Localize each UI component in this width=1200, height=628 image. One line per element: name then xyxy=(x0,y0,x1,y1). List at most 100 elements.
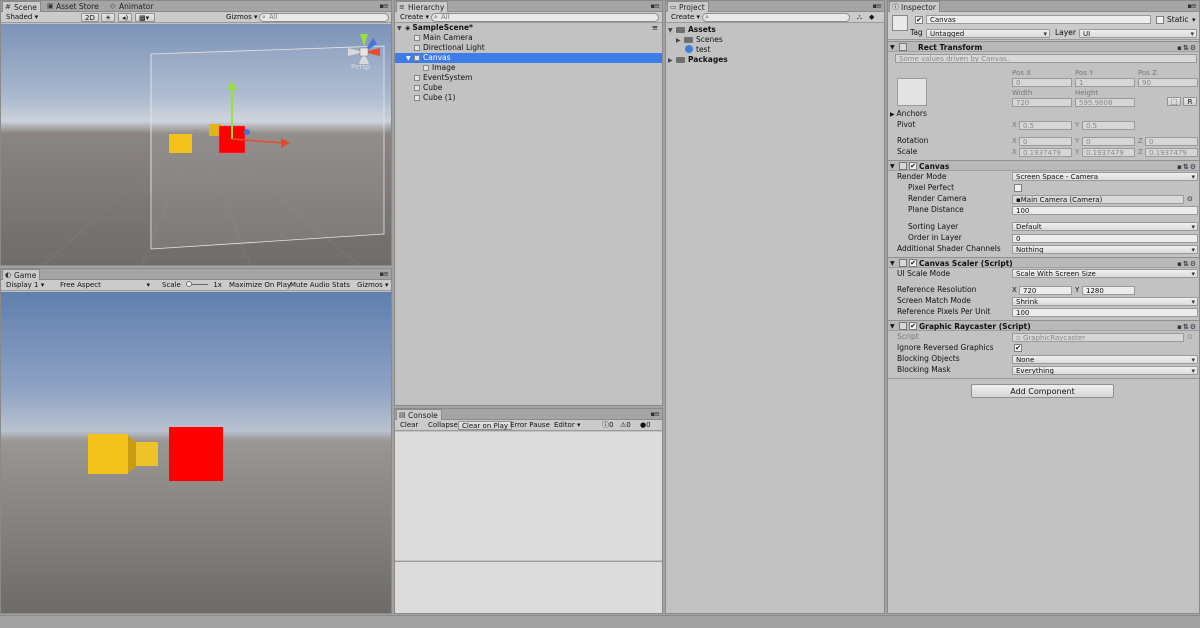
hierarchy-item-eventsystem[interactable]: EventSystem xyxy=(395,73,662,83)
order-in-layer-field[interactable]: 0 xyxy=(1012,234,1198,243)
hierarchy-item-directional-light[interactable]: Directional Light xyxy=(395,43,662,53)
effects-toggle[interactable]: ▩▾ xyxy=(135,13,155,22)
reference-resolution-y-field[interactable]: 1280 xyxy=(1082,286,1135,295)
render-camera-field[interactable]: ▪Main Camera (Camera) xyxy=(1012,195,1184,204)
script-field[interactable]: ▫ GraphicRaycaster xyxy=(1012,333,1184,342)
pivot-x-field[interactable]: 0.5 xyxy=(1019,121,1072,130)
console-detail-area[interactable] xyxy=(395,561,662,613)
scale-x-field[interactable]: 0.1937479 xyxy=(1019,148,1072,157)
canvas-enabled-checkbox[interactable]: ✔ xyxy=(909,162,917,170)
scale-z-field[interactable]: 0.1937479 xyxy=(1145,148,1198,157)
display-dropdown[interactable]: Display 1 ▾ xyxy=(3,281,47,290)
aspect-dropdown[interactable]: Free Aspect ▾ xyxy=(57,281,153,290)
inspector-menu-icon[interactable]: ▪≡ xyxy=(1187,2,1197,10)
hierarchy-search-input[interactable]: ⌕ All xyxy=(431,13,659,22)
tab-game[interactable]: ◐ Game xyxy=(2,269,41,280)
object-picker-icon[interactable]: ⊙ xyxy=(1187,195,1193,203)
reference-ppu-field[interactable]: 100 xyxy=(1012,308,1198,317)
sorting-layer-dropdown[interactable]: Default xyxy=(1012,222,1198,231)
project-folder-assets[interactable]: ▼ Assets xyxy=(666,25,884,35)
blocking-objects-dropdown[interactable]: None xyxy=(1012,355,1198,364)
blueprint-mode-button[interactable]: ⬚ xyxy=(1167,97,1181,106)
filter-type-icon[interactable]: ⛬ xyxy=(854,13,865,22)
object-name-field[interactable]: Canvas xyxy=(926,15,1151,24)
console-clear-on-play-toggle[interactable]: Clear on Play xyxy=(458,421,513,430)
scale-slider[interactable]: Scale 1x xyxy=(159,281,225,290)
collapse-arrow-icon[interactable]: ▼ xyxy=(890,161,895,172)
shader-channels-dropdown[interactable]: Nothing xyxy=(1012,245,1198,254)
reference-resolution-x-field[interactable]: 720 xyxy=(1019,286,1072,295)
console-collapse-button[interactable]: Collapse xyxy=(425,421,461,430)
canvas-scaler-header[interactable]: ▼ ✔ Canvas Scaler (Script) ▪⇅⚙ xyxy=(888,257,1199,268)
console-log-area[interactable] xyxy=(395,432,662,560)
pos-x-field[interactable]: 0 xyxy=(1012,78,1072,87)
hierarchy-create-dropdown[interactable]: Create ▾ xyxy=(397,13,432,22)
ignore-reversed-checkbox[interactable]: ✔ xyxy=(1014,344,1022,352)
height-field[interactable]: 595.9808 xyxy=(1075,98,1135,107)
panel-menu-icon[interactable]: ▪≡ xyxy=(379,2,389,10)
raw-edit-button[interactable]: R xyxy=(1183,97,1197,106)
plane-distance-field[interactable]: 100 xyxy=(1012,206,1198,215)
add-component-button[interactable]: Add Component xyxy=(971,384,1114,398)
filter-label-icon[interactable]: ◆ xyxy=(866,13,877,22)
collapse-arrow-icon[interactable]: ▼ xyxy=(890,258,895,269)
project-folder-scenes[interactable]: ▶ Scenes xyxy=(666,35,884,45)
hierarchy-item-main-camera[interactable]: Main Camera xyxy=(395,33,662,43)
anchor-preset-button[interactable] xyxy=(897,78,927,106)
component-menu-icons[interactable]: ▪⇅⚙ xyxy=(1177,322,1197,333)
static-checkbox[interactable] xyxy=(1156,16,1164,24)
hierarchy-item-canvas[interactable]: ▼ Canvas xyxy=(395,53,662,63)
collapse-arrow-icon[interactable]: ▼ xyxy=(890,321,895,332)
script-picker-icon[interactable]: ⊙ xyxy=(1187,333,1193,341)
tab-console[interactable]: ▤ Console xyxy=(396,409,442,420)
scale-y-field[interactable]: 0.1937479 xyxy=(1082,148,1135,157)
active-checkbox[interactable]: ✔ xyxy=(915,16,923,24)
tag-dropdown[interactable]: Untagged xyxy=(926,29,1050,38)
tab-project[interactable]: ▭ Project xyxy=(667,1,709,12)
project-menu-icon[interactable]: ▪≡ xyxy=(872,2,882,10)
tab-animator[interactable]: ◇ Animator xyxy=(108,1,156,12)
static-dropdown-icon[interactable]: ▾ xyxy=(1192,16,1196,24)
rotation-z-field[interactable]: 0 xyxy=(1145,137,1198,146)
console-error-pause-button[interactable]: Error Pause xyxy=(507,421,553,430)
tab-hierarchy[interactable]: ≡ Hierarchy xyxy=(396,1,449,12)
anchors-label[interactable]: ▶ Anchors xyxy=(890,109,927,119)
console-log-count[interactable]: ⓘ0 xyxy=(599,421,616,430)
scene-viewport[interactable]: Persp xyxy=(1,24,391,265)
project-create-dropdown[interactable]: Create ▾ xyxy=(668,13,703,22)
game-viewport[interactable] xyxy=(1,292,391,613)
rotation-x-field[interactable]: 0 xyxy=(1019,137,1072,146)
rect-transform-header[interactable]: ▼ Rect Transform ▪⇅⚙ xyxy=(888,41,1199,52)
game-gizmos-dropdown[interactable]: Gizmos ▾ xyxy=(354,281,391,290)
render-mode-dropdown[interactable]: Screen Space - Camera xyxy=(1012,172,1198,181)
scale-slider-thumb[interactable] xyxy=(186,281,193,287)
project-folder-packages[interactable]: ▶ Packages xyxy=(666,55,884,66)
pos-z-field[interactable]: 90 xyxy=(1138,78,1198,87)
audio-toggle[interactable]: ◂) xyxy=(118,13,132,22)
pixel-perfect-checkbox[interactable] xyxy=(1014,184,1022,192)
tab-asset-store[interactable]: ▣ Asset Store xyxy=(45,1,102,12)
project-item-test[interactable]: test xyxy=(666,45,884,55)
expand-arrow-icon[interactable]: ▶ xyxy=(668,56,676,66)
canvas-component-header[interactable]: ▼ ✔ Canvas ▪⇅⚙ xyxy=(888,160,1199,171)
raycaster-enabled-checkbox[interactable]: ✔ xyxy=(909,322,917,330)
mode-2d-button[interactable]: 2D xyxy=(81,13,99,22)
shading-dropdown[interactable]: Shaded ▾ xyxy=(3,13,41,22)
screen-match-mode-dropdown[interactable]: Shrink xyxy=(1012,297,1198,306)
hierarchy-item-cube-1[interactable]: Cube (1) xyxy=(395,93,662,103)
rotation-y-field[interactable]: 0 xyxy=(1082,137,1135,146)
scale-slider-track[interactable] xyxy=(186,281,209,287)
graphic-raycaster-header[interactable]: ▼ ✔ Graphic Raycaster (Script) ▪⇅⚙ xyxy=(888,320,1199,331)
scene-gizmos-dropdown[interactable]: Gizmos ▾ xyxy=(223,13,261,22)
scene-root-row[interactable]: ▼ ◈ SampleScene* ≡ xyxy=(395,23,662,33)
layer-dropdown[interactable]: UI xyxy=(1079,29,1197,38)
ui-scale-mode-dropdown[interactable]: Scale With Screen Size xyxy=(1012,269,1198,278)
hierarchy-item-cube[interactable]: Cube xyxy=(395,83,662,93)
tab-inspector[interactable]: ⓘ Inspector xyxy=(889,1,940,12)
scene-search-input[interactable]: ⌕ All xyxy=(259,13,389,22)
lighting-toggle[interactable]: ☀ xyxy=(101,13,115,22)
maximize-on-play-toggle[interactable]: Maximize On Play xyxy=(226,281,294,290)
width-field[interactable]: 720 xyxy=(1012,98,1072,107)
stats-toggle[interactable]: Stats xyxy=(329,281,353,290)
console-warning-count[interactable]: ⚠0 xyxy=(617,421,634,430)
